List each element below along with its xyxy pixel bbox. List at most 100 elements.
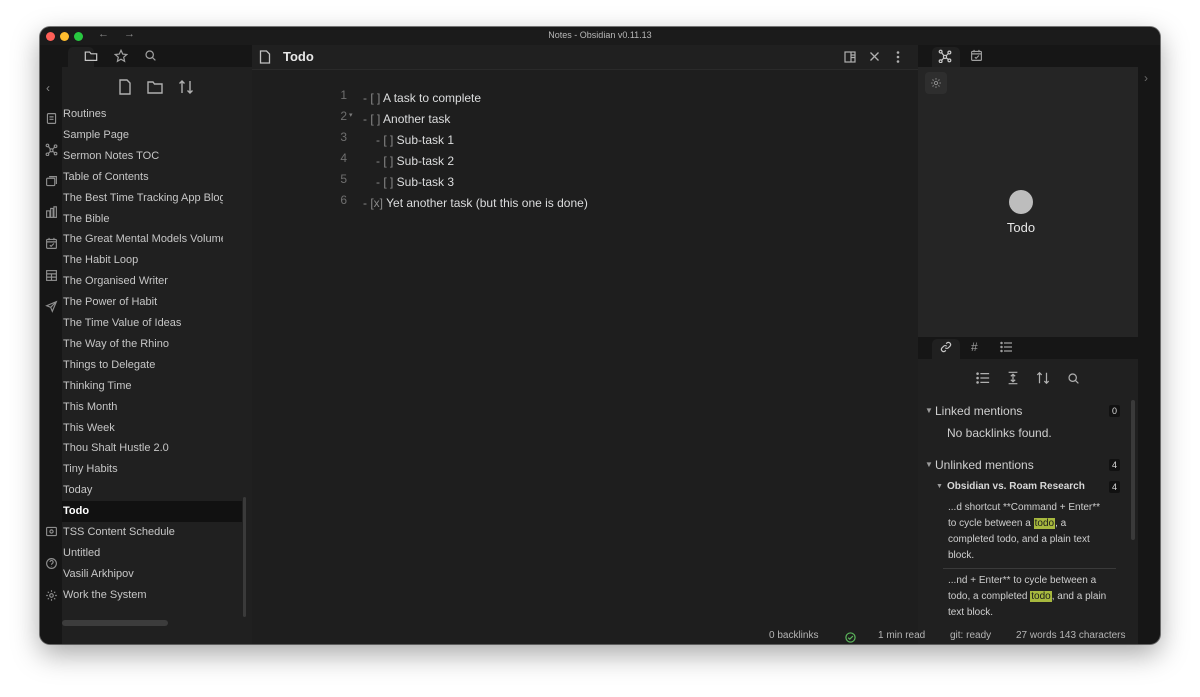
daily-note-icon[interactable] (45, 237, 58, 250)
file-item[interactable]: The Best Time Tracking App Blog (63, 188, 223, 208)
task-line[interactable]: - [x] Yet another task (but this one is … (363, 196, 588, 210)
vault-icon[interactable] (45, 525, 58, 538)
task-line[interactable]: - [ ] Another task (363, 112, 450, 126)
file-item[interactable]: TSS Content Schedule (63, 522, 223, 542)
task-text: Sub-task 2 (396, 154, 455, 168)
note-title[interactable]: Todo (283, 49, 314, 64)
left-ribbon: ‹ (40, 45, 62, 644)
file-item[interactable]: Vasili Arkhipov (63, 564, 223, 584)
file-item[interactable]: The Power of Habit (63, 292, 223, 312)
line-number: 3 (340, 130, 347, 144)
close-pane-icon[interactable] (869, 51, 880, 62)
settings-icon[interactable] (45, 589, 58, 602)
line-number: 6 (340, 193, 347, 207)
file-item[interactable]: The Time Value of Ideas (63, 313, 223, 333)
file-item[interactable]: The Great Mental Models Volume (63, 229, 223, 249)
snippet-text: ...d shortcut **Command + Enter** to cyc… (948, 502, 1101, 529)
mention-file-title[interactable]: Obsidian vs. Roam Research (947, 481, 1085, 492)
file-item[interactable]: Work the System (63, 585, 223, 605)
fold-arrow-icon[interactable]: ▾ (349, 111, 353, 119)
file-item[interactable]: Sample Page (63, 125, 223, 145)
sort-icon[interactable] (178, 79, 194, 95)
line-number: 5 (340, 172, 347, 186)
calendar-icon[interactable] (970, 49, 983, 62)
file-item[interactable]: Thou Shalt Hustle 2.0 (63, 438, 223, 458)
mention-snippet[interactable]: ...d shortcut **Command + Enter** to cyc… (948, 500, 1108, 564)
task-line[interactable]: - [ ] Sub-task 3 (376, 175, 454, 189)
show-context-icon[interactable] (1006, 371, 1020, 385)
file-item[interactable]: Table of Contents (63, 167, 223, 187)
line-number: 2 (340, 109, 347, 123)
slides-icon[interactable] (45, 175, 58, 188)
toggle-preview-icon[interactable] (844, 51, 856, 63)
backlinks-scrollbar[interactable] (1131, 400, 1135, 540)
snippet-highlight: todo (1033, 518, 1056, 529)
status-git[interactable]: git: ready (950, 630, 991, 641)
task-line[interactable]: - [ ] Sub-task 1 (376, 133, 454, 147)
file-item[interactable]: Sermon Notes TOC (63, 146, 223, 166)
app-window: ← → Notes - Obsidian v0.11.13 ‹ Routines… (40, 27, 1160, 644)
snippet-highlight: todo (1030, 591, 1052, 602)
linked-mentions-header[interactable]: Linked mentions (935, 404, 1022, 418)
task-line[interactable]: - [ ] Sub-task 2 (376, 154, 454, 168)
task-line[interactable]: - [ ] A task to complete (363, 91, 481, 105)
editor-pane (252, 45, 918, 644)
graph-settings-button[interactable] (925, 72, 947, 94)
file-item[interactable]: This Week (63, 418, 223, 438)
local-graph-icon[interactable] (938, 49, 952, 63)
file-item[interactable]: Things to Delegate (63, 355, 223, 375)
task-marker: - [x] (363, 196, 387, 210)
folder-icon[interactable] (84, 49, 98, 63)
unlinked-mentions-header[interactable]: Unlinked mentions (935, 458, 1034, 472)
file-list-scrollbar[interactable] (243, 497, 246, 617)
open-quick-switcher-icon[interactable] (45, 112, 58, 125)
file-list-horizontal-scrollbar[interactable] (62, 620, 168, 626)
search-backlinks-icon[interactable] (1067, 372, 1080, 385)
file-item[interactable]: Untitled (63, 543, 223, 563)
more-options-icon[interactable] (895, 50, 901, 64)
file-item[interactable]: The Way of the Rhino (63, 334, 223, 354)
unlinked-count-badge: 4 (1109, 459, 1120, 471)
file-item[interactable]: Thinking Time (63, 376, 223, 396)
file-item[interactable]: The Organised Writer (63, 271, 223, 291)
graph-node-label: Todo (1006, 220, 1036, 235)
editor-header (252, 45, 918, 70)
file-item[interactable]: Tiny Habits (63, 459, 223, 479)
mention-snippet[interactable]: ...nd + Enter** to cycle between a todo,… (948, 573, 1108, 621)
status-backlinks[interactable]: 0 backlinks (769, 630, 818, 641)
search-icon[interactable] (144, 49, 157, 62)
kanban-icon[interactable] (45, 269, 58, 282)
file-item[interactable]: Todo (63, 501, 223, 521)
templates-icon[interactable] (45, 206, 58, 219)
collapse-arrow-icon[interactable]: ▼ (936, 483, 943, 490)
file-item[interactable]: Today (63, 480, 223, 500)
task-text: Sub-task 1 (396, 133, 455, 147)
collapse-results-icon[interactable] (976, 371, 990, 385)
collapse-arrow-icon[interactable]: ▼ (925, 460, 933, 469)
collapse-left-icon[interactable]: ‹ (46, 81, 50, 95)
task-text: A task to complete (383, 91, 482, 105)
tags-icon[interactable]: # (971, 340, 978, 354)
new-folder-icon[interactable] (147, 80, 163, 94)
file-item[interactable]: The Bible (63, 209, 223, 229)
sync-check-icon[interactable] (845, 630, 856, 644)
outline-icon[interactable] (1000, 341, 1013, 353)
collapse-right-icon[interactable]: › (1144, 71, 1148, 85)
file-mentions-count: 4 (1109, 481, 1120, 493)
linked-count-badge: 0 (1109, 405, 1120, 417)
link-icon[interactable] (940, 341, 952, 353)
star-icon[interactable] (114, 49, 128, 63)
collapse-arrow-icon[interactable]: ▼ (925, 406, 933, 415)
file-item[interactable]: The Habit Loop (63, 250, 223, 270)
task-marker: - [ ] (376, 175, 397, 189)
new-note-icon[interactable] (118, 79, 132, 95)
file-item[interactable]: Routines (63, 104, 223, 124)
help-icon[interactable] (45, 557, 58, 570)
sort-results-icon[interactable] (1036, 371, 1050, 385)
graph-view-icon[interactable] (45, 143, 58, 156)
file-item[interactable]: This Month (63, 397, 223, 417)
task-marker: - [ ] (363, 112, 384, 126)
task-marker: - [ ] (363, 91, 384, 105)
publish-icon[interactable] (45, 300, 58, 313)
graph-node[interactable] (1009, 190, 1033, 214)
